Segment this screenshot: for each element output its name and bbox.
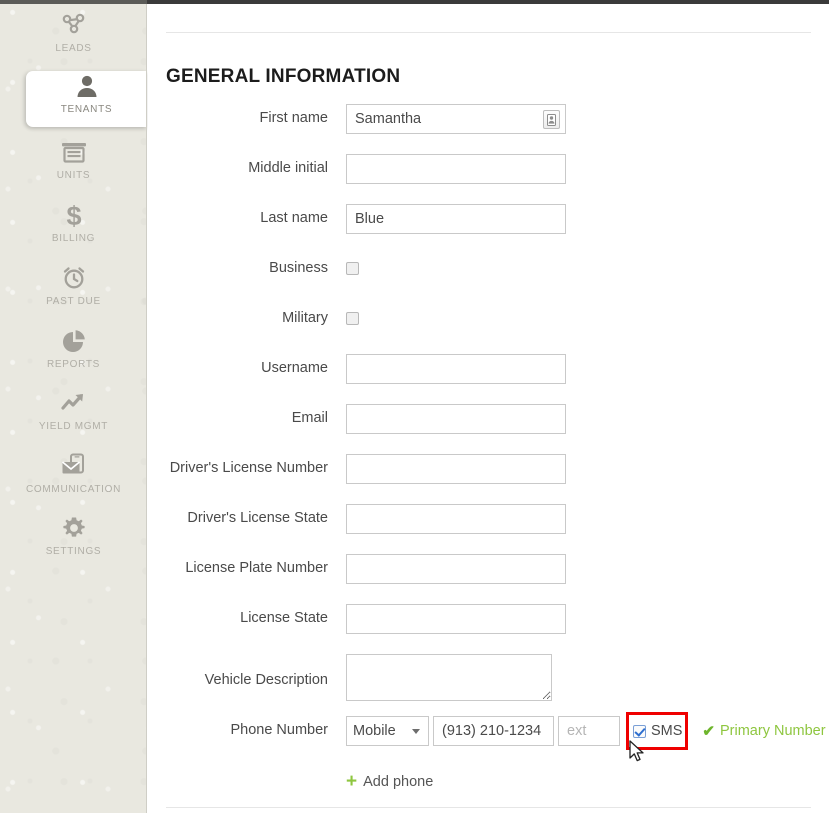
form-row-phone-number: Phone Number Mobile SMS xyxy=(148,716,829,768)
sidebar-item-label: UNITS xyxy=(0,170,147,181)
last-name-input[interactable] xyxy=(346,204,566,234)
form-row-license-plate-number: License Plate Number xyxy=(148,554,829,604)
phone-number-input[interactable] xyxy=(433,716,554,746)
sidebar-item-leads[interactable]: LEADS xyxy=(0,10,147,62)
middle-initial-input[interactable] xyxy=(346,154,566,184)
form-row-military: Military xyxy=(148,304,829,354)
alarm-clock-icon xyxy=(0,263,147,293)
sidebar-item-label: REPORTS xyxy=(0,359,147,370)
envelope-phone-icon xyxy=(0,451,147,481)
sidebar-item-label: COMMUNICATION xyxy=(0,484,147,495)
license-state-input[interactable] xyxy=(346,604,566,634)
storage-unit-icon xyxy=(0,137,147,167)
sidebar-item-tenants[interactable]: TENANTS xyxy=(26,71,147,127)
pie-chart-icon xyxy=(0,326,147,356)
form-row-drivers-license-number: Driver's License Number xyxy=(148,454,829,504)
field-label: Email xyxy=(148,410,328,426)
field-label: Vehicle Description xyxy=(148,672,328,688)
sms-label: SMS xyxy=(651,723,682,739)
sidebar-item-label: LEADS xyxy=(0,43,147,54)
sidebar-item-label: TENANTS xyxy=(26,104,147,115)
sms-checkbox[interactable] xyxy=(633,725,646,738)
field-label: License Plate Number xyxy=(148,560,328,576)
form-row-first-name: First name xyxy=(148,104,829,154)
field-label: License State xyxy=(148,610,328,626)
bottom-divider xyxy=(166,807,811,808)
phone-type-select[interactable]: Mobile xyxy=(346,716,429,746)
form-row-username: Username xyxy=(148,354,829,404)
field-label: First name xyxy=(148,110,328,126)
sidebar-item-settings[interactable]: SETTINGS xyxy=(0,513,147,565)
business-checkbox[interactable] xyxy=(346,262,359,275)
field-label: Username xyxy=(148,360,328,376)
first-name-input[interactable] xyxy=(346,104,566,134)
sidebar-item-communication[interactable]: COMMUNICATION xyxy=(0,451,147,503)
field-label: Driver's License Number xyxy=(148,460,328,476)
form-row-middle-initial: Middle initial xyxy=(148,154,829,204)
gear-icon xyxy=(0,513,147,543)
phone-entry-group: Mobile SMS ✔ Primary Number xyxy=(346,716,826,750)
drivers-license-number-input[interactable] xyxy=(346,454,566,484)
form-row-last-name: Last name xyxy=(148,204,829,254)
svg-text:$: $ xyxy=(66,201,81,230)
sidebar-item-units[interactable]: UNITS xyxy=(0,137,147,189)
form-row-vehicle-description: Vehicle Description xyxy=(148,654,829,716)
sidebar-item-billing[interactable]: $ BILLING xyxy=(0,200,147,252)
add-phone-label: Add phone xyxy=(363,774,433,790)
person-icon xyxy=(26,71,147,101)
dollar-icon: $ xyxy=(0,200,147,230)
license-plate-number-input[interactable] xyxy=(346,554,566,584)
sidebar-item-yield-mgmt[interactable]: YIELD MGMT xyxy=(0,388,147,440)
field-label: Military xyxy=(148,310,328,326)
email-input[interactable] xyxy=(346,404,566,434)
plus-icon: + xyxy=(346,772,357,791)
form-row-license-state: License State xyxy=(148,604,829,654)
field-label: Last name xyxy=(148,210,328,226)
sidebar-item-label: BILLING xyxy=(0,233,147,244)
field-label: Phone Number xyxy=(148,722,328,738)
username-input[interactable] xyxy=(346,354,566,384)
check-icon: ✔ xyxy=(702,722,715,740)
tenant-general-information-page: LEADS TENANTS xyxy=(0,0,829,813)
page-title: GENERAL INFORMATION xyxy=(166,66,400,88)
phone-extension-input[interactable] xyxy=(558,716,620,746)
sms-highlight-box: SMS xyxy=(626,712,688,750)
form-row-drivers-license-state: Driver's License State xyxy=(148,504,829,554)
main-sidebar: LEADS TENANTS xyxy=(0,4,147,813)
field-label: Middle initial xyxy=(148,160,328,176)
drivers-license-state-input[interactable] xyxy=(346,504,566,534)
military-checkbox[interactable] xyxy=(346,312,359,325)
sidebar-item-label: PAST DUE xyxy=(0,296,147,307)
top-divider xyxy=(166,32,811,33)
sidebar-item-label: YIELD MGMT xyxy=(0,421,147,432)
trend-arrow-icon xyxy=(0,388,147,418)
form-row-business: Business xyxy=(148,254,829,304)
vehicle-description-textarea[interactable] xyxy=(346,654,552,701)
add-phone-button[interactable]: + Add phone xyxy=(346,772,433,791)
field-label: Business xyxy=(148,260,328,276)
form-row-email: Email xyxy=(148,404,829,454)
autofill-contact-icon[interactable] xyxy=(543,110,560,129)
general-information-form: First name xyxy=(148,104,829,808)
sidebar-item-label: SETTINGS xyxy=(0,546,147,557)
form-row-add-phone: + Add phone xyxy=(148,768,829,808)
primary-number-label: Primary Number xyxy=(720,723,826,739)
sidebar-item-past-due[interactable]: PAST DUE xyxy=(0,263,147,315)
sidebar-item-reports[interactable]: REPORTS xyxy=(0,326,147,378)
content-panel: GENERAL INFORMATION First name xyxy=(148,4,829,813)
primary-number-toggle[interactable]: ✔ Primary Number xyxy=(702,716,825,746)
nodes-icon xyxy=(0,10,147,40)
field-label: Driver's License State xyxy=(148,510,328,526)
